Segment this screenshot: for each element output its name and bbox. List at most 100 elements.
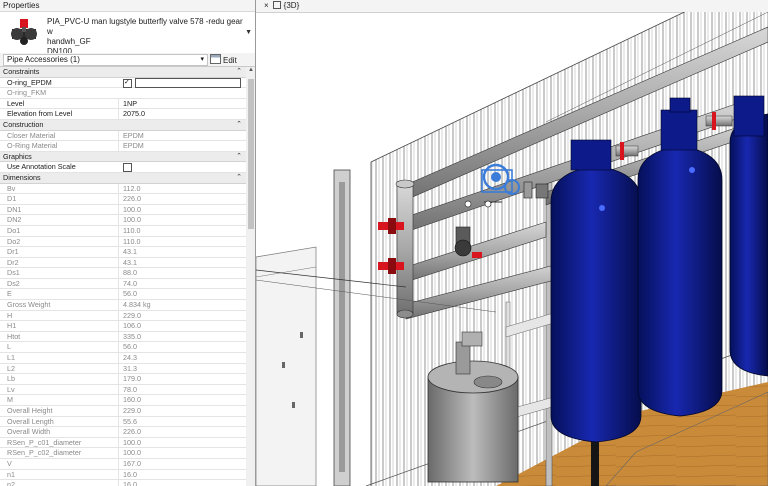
property-value: 74.0 <box>118 278 246 289</box>
property-row-overall-width: Overall Width 226.0 <box>0 427 246 438</box>
properties-grid: Constraints ⌃ O-ring_EPDMO-ring_FKMLevel 1N… <box>0 67 246 486</box>
property-row-n2: n2 16.0 <box>0 480 246 486</box>
property-row-overall-length: Overall Length 55.6 <box>0 416 246 428</box>
property-name: Do2 <box>7 236 21 246</box>
type-name: PIA_PVC-U man lugstyle butterfly valve 5… <box>47 17 247 57</box>
property-row-elevation-from-level[interactable]: Elevation from Level 2075.0 <box>0 109 246 120</box>
tab-3d[interactable]: × {3D} <box>264 0 299 12</box>
property-name: Closer Material <box>7 130 56 140</box>
property-name: Gross Weight <box>7 300 51 310</box>
property-value: 335.0 <box>118 331 246 342</box>
model-viewport[interactable] <box>256 12 768 486</box>
property-row-htot: Htot 335.0 <box>0 331 246 343</box>
property-name: D1 <box>7 194 17 204</box>
property-row-bv: Bv 112.0 <box>0 183 246 195</box>
property-row-e: E 56.0 <box>0 289 246 301</box>
property-row-d1: D1 226.0 <box>0 194 246 205</box>
edit-type-button[interactable]: Edit Type <box>210 54 255 76</box>
property-row-o-ring-epdm[interactable]: O-ring_EPDM <box>0 77 246 89</box>
property-name: Bv <box>7 183 16 193</box>
property-value: 16.0 <box>118 469 246 480</box>
property-value: 179.0 <box>118 374 246 385</box>
property-row-o-ring-material: O-Ring Material EPDM <box>0 141 246 152</box>
3d-view-icon <box>272 1 281 9</box>
property-row-dr2: Dr2 43.1 <box>0 257 246 269</box>
group-label: Dimensions <box>3 172 41 182</box>
properties-scrollbar[interactable]: ▲ <box>246 67 255 486</box>
property-name: O-ring_EPDM <box>7 77 52 87</box>
property-name: Ds1 <box>7 268 20 278</box>
property-name: L <box>7 342 11 352</box>
edit-type-icon <box>210 54 221 64</box>
property-value[interactable]: 2075.0 <box>118 109 246 120</box>
collapse-icon[interactable]: ⌃ <box>236 152 242 162</box>
type-name-line2: handwh_GF <box>47 37 91 46</box>
partition-panel <box>256 246 317 486</box>
property-name: n2 <box>7 480 15 486</box>
property-value: 110.0 <box>118 236 246 247</box>
property-value: 229.0 <box>118 406 246 416</box>
category-selector[interactable]: Pipe Accessories (1) ▾ <box>3 54 208 66</box>
property-row-m: M 160.0 <box>0 395 246 406</box>
property-value: 43.1 <box>118 247 246 258</box>
property-row-lb: Lb 179.0 <box>0 374 246 385</box>
property-name: Level <box>7 98 25 108</box>
property-value: 43.1 <box>118 257 246 268</box>
property-name: RSen_P_c01_diameter <box>7 437 82 447</box>
property-value: 160.0 <box>118 395 246 406</box>
property-row-use-annotation-scale[interactable]: Use Annotation Scale <box>0 162 246 173</box>
property-value: 110.0 <box>118 225 246 236</box>
group-label: Graphics <box>3 151 32 161</box>
type-dropdown-icon[interactable]: ▼ <box>245 29 252 36</box>
property-name: Overall Length <box>7 416 54 426</box>
type-selector[interactable]: PIA_PVC-U man lugstyle butterfly valve 5… <box>0 11 255 57</box>
property-name: n1 <box>7 469 15 479</box>
property-name: Lb <box>7 374 15 384</box>
property-name: Use Annotation Scale <box>7 162 76 172</box>
property-row-dn1: DN1 100.0 <box>0 204 246 216</box>
property-name: H <box>7 310 13 320</box>
property-row-rsen-p-c01-diameter: RSen_P_c01_diameter 100.0 <box>0 437 246 449</box>
property-value: 24.3 <box>118 353 246 364</box>
property-value: 78.0 <box>118 384 246 395</box>
property-row-level[interactable]: Level 1NP <box>0 98 246 110</box>
property-row-o-ring-fkm: O-ring_FKM <box>0 88 246 99</box>
property-value: 31.3 <box>118 363 246 374</box>
property-value: 55.6 <box>118 416 246 427</box>
close-icon[interactable]: × <box>264 1 269 10</box>
property-value: 4.834 kg <box>118 300 246 311</box>
category-selector-label: Pipe Accessories (1) <box>7 55 80 64</box>
view-3d[interactable]: × {3D} <box>256 0 768 486</box>
property-row-l1: L1 24.3 <box>0 353 246 364</box>
property-value: 88.0 <box>118 268 246 279</box>
collapse-icon[interactable]: ⌃ <box>236 173 242 183</box>
checkbox[interactable] <box>123 163 132 173</box>
property-row-do2: Do2 110.0 <box>0 236 246 248</box>
property-name: O-Ring Material <box>7 141 58 151</box>
property-row-v: V 167.0 <box>0 458 246 470</box>
group-header-constraints[interactable]: Constraints ⌃ <box>0 67 246 78</box>
edit-field[interactable] <box>135 77 241 88</box>
property-value: 100.0 <box>118 215 246 226</box>
scroll-up-icon[interactable]: ▲ <box>246 67 255 77</box>
collapse-icon[interactable]: ⌃ <box>236 67 242 77</box>
property-row-ds1: Ds1 88.0 <box>0 268 246 279</box>
property-name: Dr1 <box>7 247 19 257</box>
type-name-line1: PIA_PVC-U man lugstyle butterfly valve 5… <box>47 17 243 36</box>
property-value: 100.0 <box>118 448 246 459</box>
property-value: 226.0 <box>118 427 246 438</box>
property-value[interactable]: 1NP <box>118 98 246 109</box>
group-header-construction[interactable]: Construction ⌃ <box>0 119 246 131</box>
group-header-dimensions[interactable]: Dimensions ⌃ <box>0 172 246 184</box>
property-name: H1 <box>7 321 17 331</box>
property-name: Overall Height <box>7 406 53 415</box>
group-header-graphics[interactable]: Graphics ⌃ <box>0 151 246 163</box>
collapse-icon[interactable]: ⌃ <box>236 120 242 130</box>
property-name: DN2 <box>7 215 22 225</box>
property-row-rsen-p-c02-diameter: RSen_P_c02_diameter 100.0 <box>0 448 246 459</box>
property-name: Overall Width <box>7 427 51 437</box>
checkbox[interactable] <box>123 78 132 88</box>
scrollbar-thumb[interactable] <box>248 79 254 229</box>
property-row-overall-height: Overall Height 229.0 <box>0 406 246 417</box>
property-row-l2: L2 31.3 <box>0 363 246 375</box>
